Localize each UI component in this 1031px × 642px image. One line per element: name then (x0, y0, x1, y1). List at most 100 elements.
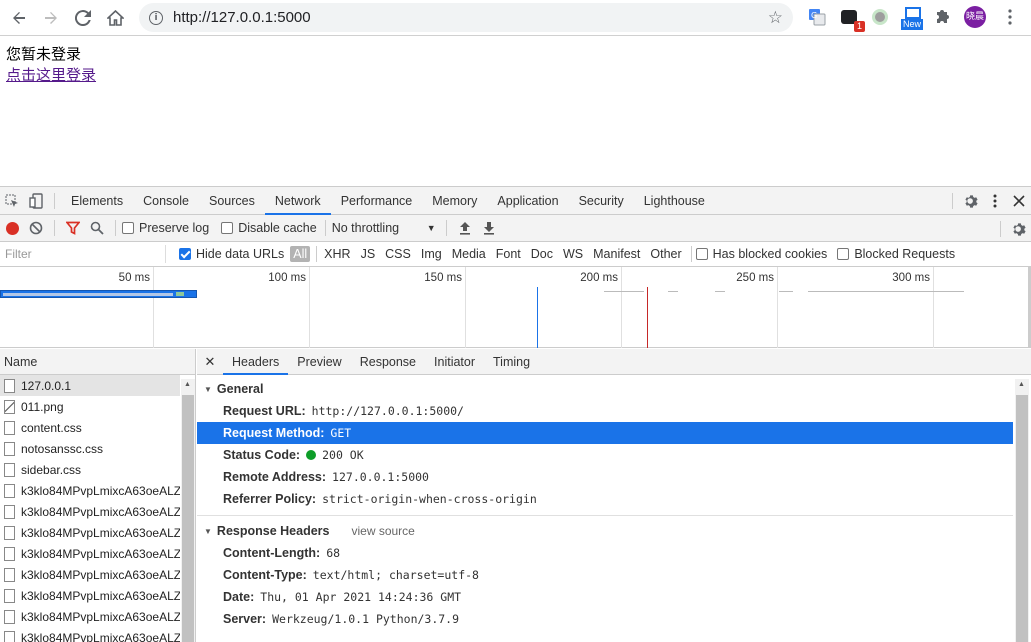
record-button-icon[interactable] (0, 214, 24, 242)
login-link[interactable]: 点击这里登录 (6, 66, 96, 84)
request-row[interactable]: k3klo84MPvpLmixcA63oeALZ (0, 606, 180, 627)
scroll-up-arrow-icon[interactable]: ▲ (1018, 381, 1025, 388)
inspect-element-icon[interactable] (0, 187, 24, 215)
filter-input[interactable]: Filter (2, 245, 166, 263)
tab-sources[interactable]: Sources (199, 187, 265, 215)
header-row-status-code[interactable]: Status Code: 200 OK (197, 444, 1013, 466)
filter-type-doc[interactable]: Doc (526, 247, 558, 261)
throttling-select[interactable]: No throttling ▼ (332, 221, 436, 235)
network-settings-gear-icon[interactable] (1007, 215, 1031, 243)
import-har-icon[interactable] (453, 214, 477, 242)
request-row[interactable]: 127.0.0.1 (0, 375, 180, 396)
filter-type-font[interactable]: Font (491, 247, 526, 261)
request-row[interactable]: k3klo84MPvpLmixcA63oeALZ (0, 522, 180, 543)
hide-data-urls-checkbox[interactable] (179, 248, 191, 260)
request-row[interactable]: k3klo84MPvpLmixcA63oeALZ (0, 543, 180, 564)
disable-cache-label: Disable cache (238, 221, 317, 235)
scroll-up-arrow-icon[interactable]: ▲ (184, 381, 191, 388)
scrollbar-thumb[interactable] (1016, 395, 1028, 642)
request-row[interactable]: k3klo84MPvpLmixcA63oeALZ (0, 627, 180, 642)
detail-tab-headers[interactable]: Headers (223, 349, 288, 375)
has-blocked-cookies-checkbox[interactable] (696, 248, 708, 260)
new-extension-icon[interactable]: New (900, 6, 926, 28)
preserve-log-checkbox[interactable] (122, 222, 134, 234)
back-button[interactable] (6, 5, 32, 31)
address-bar[interactable]: i http://127.0.0.1:5000 ☆ (139, 3, 793, 32)
response-headers-section-header[interactable]: ▼ Response Headers view source (197, 520, 1031, 542)
close-devtools-icon[interactable] (1007, 187, 1031, 215)
filter-type-all[interactable]: All (290, 246, 310, 262)
detail-scrollbar[interactable]: ▲ (1015, 379, 1029, 642)
header-row-content-type[interactable]: Content-Type: text/html; charset=utf-8 (197, 564, 1013, 586)
tab-memory[interactable]: Memory (422, 187, 487, 215)
home-button[interactable] (102, 5, 128, 31)
scrollbar-thumb[interactable] (182, 395, 194, 642)
general-section-header[interactable]: ▼ General (197, 378, 1031, 400)
puzzle-extensions-icon[interactable] (933, 6, 955, 28)
export-har-icon[interactable] (477, 214, 501, 242)
tab-security[interactable]: Security (569, 187, 634, 215)
settings-gear-icon[interactable] (959, 187, 983, 215)
header-row-referrer-policy[interactable]: Referrer Policy: strict-origin-when-cros… (197, 488, 1013, 510)
bookmark-star-icon[interactable]: ☆ (768, 8, 783, 28)
search-icon[interactable] (85, 214, 109, 242)
tab-elements[interactable]: Elements (61, 187, 133, 215)
name-column-header[interactable]: Name (0, 349, 195, 375)
filter-type-media[interactable]: Media (447, 247, 491, 261)
request-row[interactable]: k3klo84MPvpLmixcA63oeALZ (0, 480, 180, 501)
notification-extension-icon[interactable]: 1 (838, 6, 860, 28)
network-settings (994, 215, 1031, 243)
info-icon[interactable]: i (149, 11, 163, 25)
request-row[interactable]: k3klo84MPvpLmixcA63oeALZ (0, 585, 180, 606)
request-list-scrollbar[interactable]: ▲ (181, 379, 195, 642)
more-options-icon[interactable] (983, 187, 1007, 215)
detail-tab-preview[interactable]: Preview (288, 349, 350, 375)
timeline-request-bar (808, 291, 964, 292)
disable-cache-checkbox[interactable] (221, 222, 233, 234)
header-row-date[interactable]: Date: Thu, 01 Apr 2021 14:24:36 GMT (197, 586, 1013, 608)
filter-type-ws[interactable]: WS (558, 247, 588, 261)
view-source-link[interactable]: view source (351, 524, 414, 538)
filter-type-img[interactable]: Img (416, 247, 447, 261)
header-row-server[interactable]: Server: Werkzeug/1.0.1 Python/3.7.9 (197, 608, 1013, 630)
detail-tab-initiator[interactable]: Initiator (425, 349, 484, 375)
filter-type-css[interactable]: CSS (380, 247, 416, 261)
detail-tab-response[interactable]: Response (351, 349, 425, 375)
request-row[interactable]: 011.png (0, 396, 180, 417)
filter-type-xhr[interactable]: XHR (319, 247, 355, 261)
network-overview-timeline[interactable]: 50 ms 100 ms 150 ms 200 ms 250 ms 300 ms (0, 267, 1031, 348)
request-row[interactable]: notosanssc.css (0, 438, 180, 459)
header-row-remote-address[interactable]: Remote Address: 127.0.0.1:5000 (197, 466, 1013, 488)
filter-type-js[interactable]: JS (356, 247, 381, 261)
request-row[interactable]: k3klo84MPvpLmixcA63oeALZ (0, 564, 180, 585)
device-toolbar-icon[interactable] (24, 187, 48, 215)
document-file-icon (4, 610, 15, 624)
header-key: Request Method: (223, 426, 324, 440)
request-rows: 127.0.0.1011.pngcontent.cssnotosanssc.cs… (0, 375, 195, 642)
circle-extension-icon[interactable] (869, 6, 891, 28)
browser-menu-icon[interactable] (999, 6, 1021, 28)
header-row-request-method[interactable]: Request Method: GET (197, 422, 1013, 444)
translate-extension-icon[interactable]: G (806, 6, 828, 28)
tab-lighthouse[interactable]: Lighthouse (634, 187, 715, 215)
filter-funnel-icon[interactable] (61, 214, 85, 242)
clear-icon[interactable] (24, 214, 48, 242)
request-row[interactable]: sidebar.css (0, 459, 180, 480)
filter-type-other[interactable]: Other (645, 247, 686, 261)
reload-button[interactable] (70, 5, 96, 31)
header-key: Content-Length: (223, 546, 320, 560)
filter-type-manifest[interactable]: Manifest (588, 247, 645, 261)
tab-performance[interactable]: Performance (331, 187, 423, 215)
request-row[interactable]: content.css (0, 417, 180, 438)
forward-button[interactable] (38, 5, 64, 31)
detail-tab-timing[interactable]: Timing (484, 349, 539, 375)
request-row[interactable]: k3klo84MPvpLmixcA63oeALZ (0, 501, 180, 522)
profile-avatar[interactable]: 晓晨 (964, 6, 986, 28)
tab-application[interactable]: Application (487, 187, 568, 215)
blocked-requests-checkbox[interactable] (837, 248, 849, 260)
close-detail-icon[interactable]: ✕ (197, 354, 223, 370)
header-row-content-length[interactable]: Content-Length: 68 (197, 542, 1013, 564)
tab-console[interactable]: Console (133, 187, 199, 215)
header-row-request-url[interactable]: Request URL: http://127.0.0.1:5000/ (197, 400, 1013, 422)
tab-network[interactable]: Network (265, 187, 331, 215)
